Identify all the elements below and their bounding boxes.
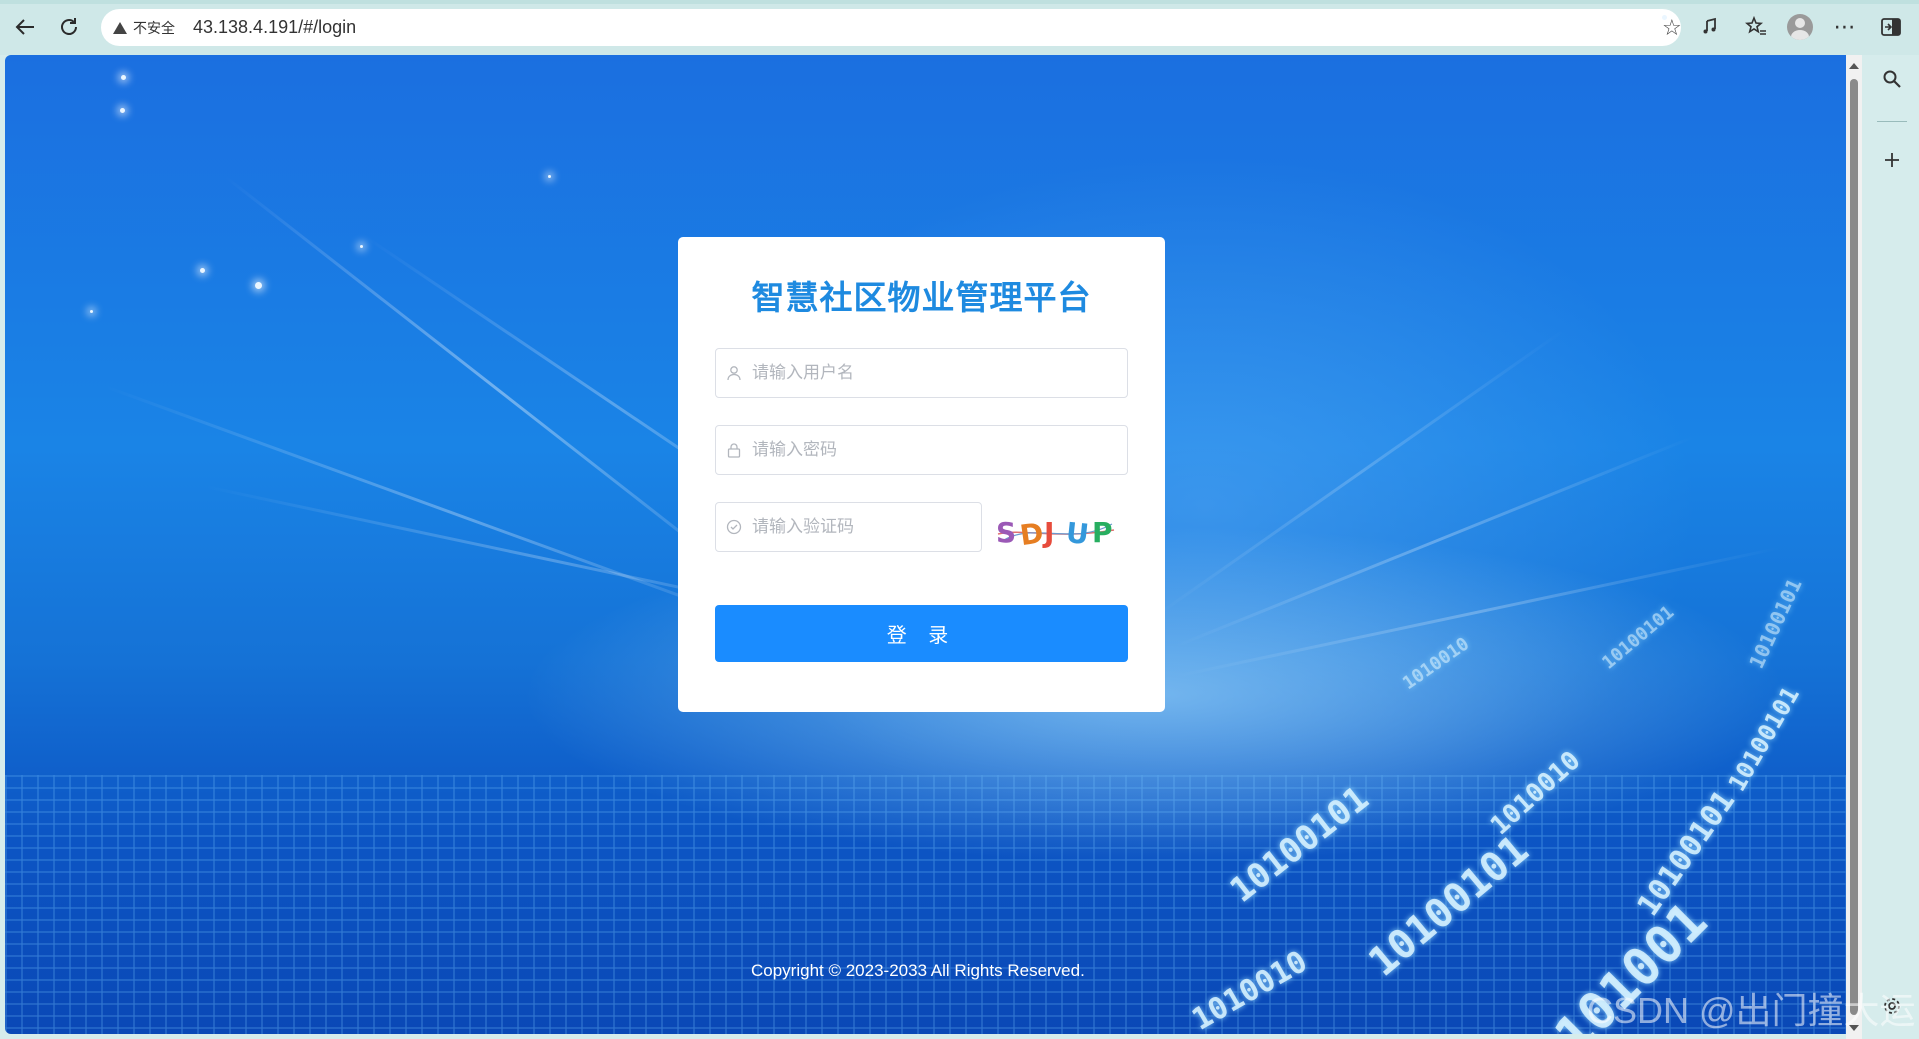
sidebar-divider [1877,121,1907,122]
login-card: 智慧社区物业管理平台 S D J U P SDJUP 登 录 [678,237,1165,712]
username-field[interactable] [715,348,1128,398]
read-aloud-icon[interactable] [1697,13,1725,41]
profile-avatar[interactable] [1787,14,1813,40]
captcha-field[interactable] [715,502,982,552]
light-ray [1174,546,1782,678]
svg-text:D: D [1018,516,1046,552]
reload-icon [61,18,77,35]
add-icon[interactable] [1878,146,1906,174]
light-ray [1174,435,1695,648]
sparkle [548,175,551,178]
svg-text:U: U [1064,516,1090,551]
captcha-input[interactable] [752,504,972,550]
lock-icon [716,425,752,475]
svg-text:P: P [1092,516,1113,549]
favorites-icon[interactable] [1742,13,1770,41]
page-title: 智慧社区物业管理平台 [751,279,1092,316]
tab-strip [0,0,1919,4]
sparkle [255,282,262,289]
sparkle [200,268,205,273]
browser-toolbar: 不安全 43.138.4.191/#/login ☆ ⋯ [0,0,1919,55]
captcha-image[interactable]: S D J U P [994,510,1118,554]
grid-floor-pattern [5,775,1846,1034]
binary-stream: 1010010 [1398,633,1474,695]
user-icon [716,348,752,398]
security-indicator[interactable]: 不安全 [113,18,175,38]
light-ray [1154,328,1566,618]
address-bar[interactable]: 不安全 43.138.4.191/#/login ☆ [101,9,1682,46]
sparkle [90,310,93,313]
sparkle [360,245,363,248]
csdn-watermark: CSDN @出门撞大运 [1587,990,1916,1031]
sidebar-toggle-icon[interactable] [1877,13,1905,41]
search-icon[interactable] [1878,65,1906,93]
security-label: 不安全 [133,19,175,36]
page-scrollbar[interactable] [1846,55,1862,1039]
warning-icon [113,21,127,34]
back-button[interactable] [10,12,40,42]
favorite-star-icon[interactable]: ☆ [1662,15,1682,40]
scroll-up-arrow-icon[interactable] [1849,63,1859,69]
binary-stream: 10100101 [1744,574,1807,673]
svg-text:J: J [1042,516,1054,549]
check-circle-icon [716,502,752,552]
svg-text:S: S [996,516,1016,549]
sparkle [120,108,125,113]
reload-button[interactable] [54,12,84,42]
password-field[interactable] [715,425,1128,475]
more-options-icon[interactable]: ⋯ [1831,13,1859,41]
binary-stream: 10100101 [1598,601,1679,674]
username-input[interactable] [752,350,1112,396]
login-button[interactable]: 登 录 [715,605,1128,662]
url-text[interactable]: 43.138.4.191/#/login [193,17,356,38]
sparkle [121,75,126,80]
browser-sidebar [1864,55,1919,1039]
copyright-text: Copyright © 2023-2033 All Rights Reserve… [751,961,1085,980]
scroll-thumb[interactable] [1850,79,1858,1015]
password-input[interactable] [752,427,1112,473]
back-arrow-icon [15,19,34,35]
